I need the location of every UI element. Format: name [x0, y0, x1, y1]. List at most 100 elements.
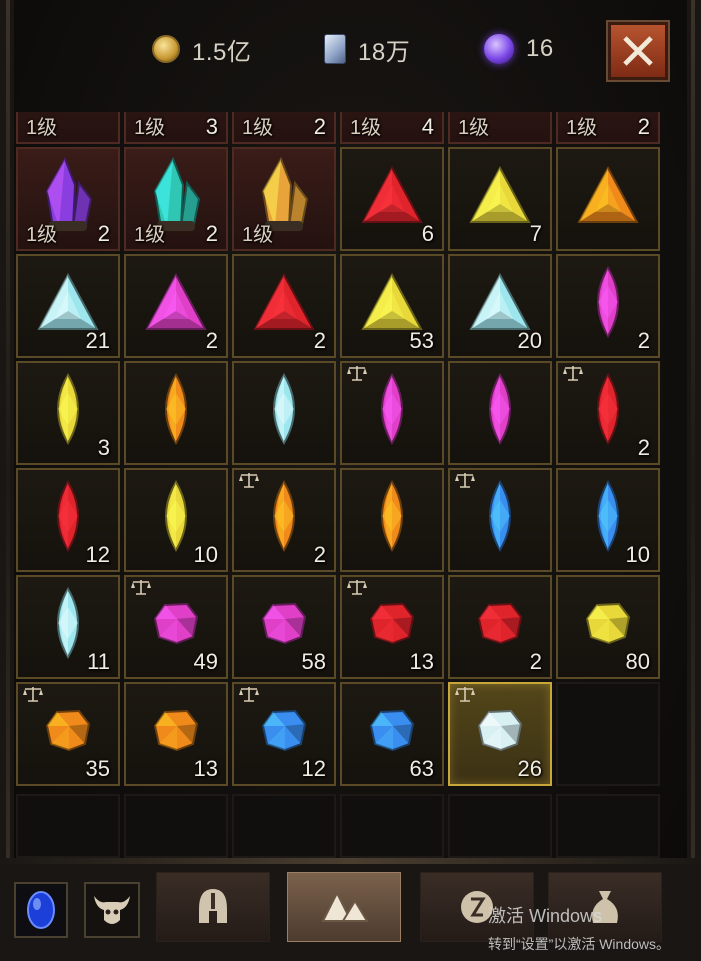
- item-quantity: 3: [97, 435, 110, 460]
- red-rough-icon: [477, 602, 523, 645]
- inventory-slot[interactable]: 1级 2: [124, 147, 228, 251]
- inventory-slot[interactable]: 35: [16, 682, 120, 786]
- item-quantity: 6: [421, 221, 434, 246]
- item-quantity: 20: [517, 328, 542, 353]
- item-quantity: 21: [85, 328, 110, 353]
- item-quantity: 2: [637, 435, 650, 460]
- inventory-slot[interactable]: 2: [232, 468, 336, 572]
- magenta-rough-icon: [153, 602, 199, 645]
- empty-slot: [556, 682, 660, 786]
- inventory-slot[interactable]: [556, 147, 660, 251]
- inventory-slot[interactable]: 2: [556, 254, 660, 358]
- inventory-slot[interactable]: 1级: [232, 147, 336, 251]
- inventory-slot[interactable]: 2: [556, 361, 660, 465]
- inventory-slot[interactable]: 10: [556, 468, 660, 572]
- gems-icon: [321, 890, 369, 922]
- empty-slot: [556, 794, 660, 858]
- item-quantity: 2: [313, 328, 326, 353]
- inventory-slot[interactable]: 10: [124, 468, 228, 572]
- item-quantity: 80: [625, 649, 650, 674]
- scroll-counter: 18万: [324, 32, 410, 66]
- cyan-triangle-icon: [469, 272, 531, 330]
- item-level: 1级: [134, 224, 166, 246]
- inventory-slot[interactable]: 26: [448, 682, 552, 786]
- inventory-slot[interactable]: 1级 2: [16, 147, 120, 251]
- scale-icon: [239, 473, 259, 488]
- inventory-slot[interactable]: [340, 361, 444, 465]
- magenta-rough-icon: [261, 602, 307, 645]
- item-quantity: 2: [97, 221, 110, 246]
- orange-rough-icon: [45, 709, 91, 752]
- item-quantity: 2: [637, 114, 650, 139]
- inventory-slot[interactable]: 2: [232, 254, 336, 358]
- inventory-slot[interactable]: 1级 2: [556, 112, 660, 144]
- inventory-slot[interactable]: 20: [448, 254, 552, 358]
- item-level: 1级: [26, 117, 58, 139]
- purple-orb-icon: [484, 34, 514, 64]
- inventory-slot[interactable]: 1级: [16, 112, 120, 144]
- inventory-empty-row: [16, 794, 666, 858]
- blue-rough-icon: [261, 709, 307, 752]
- inventory-slot[interactable]: 7: [448, 147, 552, 251]
- inventory-slot[interactable]: 21: [16, 254, 120, 358]
- item-quantity: 13: [409, 649, 434, 674]
- inventory-slot[interactable]: 49: [124, 575, 228, 679]
- item-quantity: 53: [409, 328, 434, 353]
- item-quantity: 2: [529, 649, 542, 674]
- inventory-slot[interactable]: 63: [340, 682, 444, 786]
- orange-marquise-icon: [165, 373, 187, 445]
- inventory-slot[interactable]: 13: [124, 682, 228, 786]
- blue-marquise-icon: [489, 480, 511, 552]
- inventory-slot[interactable]: 80: [556, 575, 660, 679]
- inventory-slot[interactable]: [448, 468, 552, 572]
- inventory-slot[interactable]: 1级: [448, 112, 552, 144]
- inventory-slot[interactable]: [232, 361, 336, 465]
- inventory-slot[interactable]: [448, 361, 552, 465]
- orange-triangle-icon: [577, 165, 639, 223]
- yellow-marquise-icon: [57, 373, 79, 445]
- item-level: 1级: [458, 117, 490, 139]
- cyan-marquise-icon: [273, 373, 295, 445]
- scale-icon: [347, 580, 367, 595]
- empty-slot: [124, 794, 228, 858]
- inventory-slot[interactable]: [340, 468, 444, 572]
- item-quantity: 2: [313, 542, 326, 567]
- inventory-slot[interactable]: 2: [448, 575, 552, 679]
- inventory-slot[interactable]: 11: [16, 575, 120, 679]
- magenta-marquise-icon: [381, 373, 403, 445]
- inventory-slot[interactable]: 3: [16, 361, 120, 465]
- currency-bar: 1.5亿 18万 16: [0, 0, 701, 100]
- item-level: 1级: [242, 117, 274, 139]
- close-button[interactable]: [606, 20, 670, 82]
- inventory-slot[interactable]: 58: [232, 575, 336, 679]
- inventory-slot[interactable]: 12: [232, 682, 336, 786]
- item-quantity: 10: [193, 542, 218, 567]
- gold-counter: 1.5亿: [152, 32, 251, 66]
- tab-equipment[interactable]: [156, 872, 270, 942]
- bull-skull-button[interactable]: [84, 882, 140, 938]
- inventory-slot[interactable]: [124, 361, 228, 465]
- inventory-slot[interactable]: 1级 3: [124, 112, 228, 144]
- item-quantity: 2: [205, 328, 218, 353]
- scroll-icon: [324, 34, 346, 64]
- item-quantity: 26: [517, 756, 542, 781]
- close-icon: [623, 36, 653, 66]
- item-quantity: 12: [301, 756, 326, 781]
- inventory-slot[interactable]: 6: [340, 147, 444, 251]
- inventory-slot[interactable]: 53: [340, 254, 444, 358]
- tab-gems[interactable]: [287, 872, 401, 942]
- inventory-slot[interactable]: 1级 2: [232, 112, 336, 144]
- inventory-slot[interactable]: 1级 4: [340, 112, 444, 144]
- white-rough-icon: [477, 709, 523, 752]
- item-level: 1级: [134, 117, 166, 139]
- inventory-slot[interactable]: 2: [124, 254, 228, 358]
- empty-slot: [16, 794, 120, 858]
- inventory-slot[interactable]: 12: [16, 468, 120, 572]
- watermark-line2: 转到“设置”以激活 Windows。: [488, 936, 671, 952]
- item-quantity: 2: [205, 221, 218, 246]
- inventory-slot[interactable]: 13: [340, 575, 444, 679]
- yellow-triangle-icon: [469, 165, 531, 223]
- blue-marquise-icon: [597, 480, 619, 552]
- blue-orb-button[interactable]: [14, 882, 68, 938]
- gold-value: 1.5亿: [192, 38, 252, 66]
